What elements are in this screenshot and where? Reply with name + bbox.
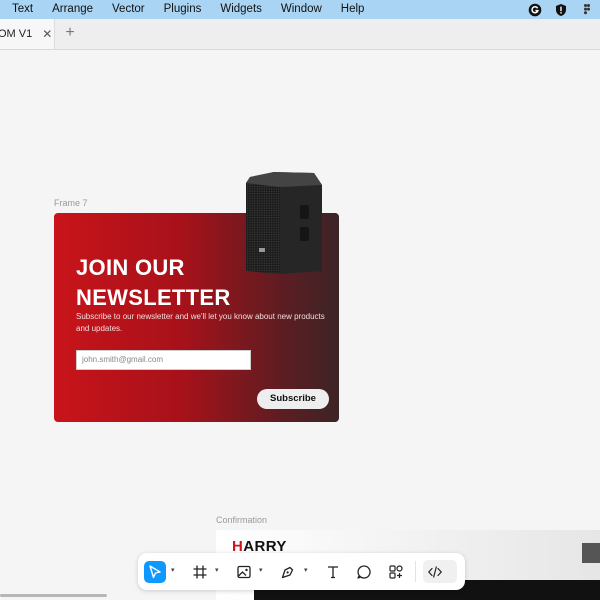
components-tool-button[interactable] <box>385 561 407 583</box>
tab-om-v1[interactable]: OM V1 ✕ <box>0 19 55 49</box>
toolbar-divider <box>415 561 416 582</box>
frame-tool-button[interactable] <box>189 561 211 583</box>
chevron-down-icon[interactable]: ▾ <box>215 565 223 577</box>
tab-label: OM V1 <box>0 28 33 40</box>
frame-icon <box>193 565 207 579</box>
dev-mode-toggle[interactable] <box>423 560 457 583</box>
menu-help[interactable]: Help <box>341 0 365 19</box>
frame-7-label[interactable]: Frame 7 <box>54 198 88 208</box>
chevron-down-icon[interactable]: ▾ <box>259 565 267 577</box>
shield-exclamation-icon[interactable] <box>554 3 568 17</box>
move-tool-button[interactable] <box>144 561 166 583</box>
confirmation-label[interactable]: Confirmation <box>216 515 267 525</box>
menu-items: Text Arrange Vector Plugins Widgets Wind… <box>0 0 383 19</box>
menu-vector[interactable]: Vector <box>112 0 145 19</box>
chevron-down-icon[interactable]: ▾ <box>304 565 312 577</box>
comment-icon <box>357 565 371 579</box>
image-tool-button[interactable] <box>233 561 255 583</box>
image-icon <box>237 565 251 579</box>
menu-bar: Text Arrange Vector Plugins Widgets Wind… <box>0 0 600 19</box>
menu-text[interactable]: Text <box>12 0 33 19</box>
code-icon <box>427 565 443 578</box>
pen-icon <box>281 566 294 579</box>
text-icon <box>328 566 338 579</box>
new-tab-icon[interactable]: + <box>62 25 78 41</box>
close-icon[interactable]: ✕ <box>42 27 52 41</box>
newsletter-subtitle: Subscribe to our newsletter and we'll le… <box>76 312 325 333</box>
status-area <box>528 0 594 19</box>
figma-logo-icon[interactable] <box>580 3 594 17</box>
tab-bar: OM V1 ✕ + <box>0 19 600 50</box>
menu-arrange[interactable]: Arrange <box>52 0 93 19</box>
text-tool-button[interactable] <box>322 561 344 583</box>
cursor-icon <box>149 565 161 579</box>
email-field[interactable]: john.smith@gmail.com <box>76 350 251 370</box>
bottom-toolbar: ▾ ▾ ▾ ▾ <box>138 553 465 590</box>
dark-block <box>582 543 600 563</box>
grammarly-icon[interactable] <box>528 3 542 17</box>
pen-tool-button[interactable] <box>277 561 299 583</box>
horizontal-scrollbar[interactable] <box>0 594 107 597</box>
menu-widgets[interactable]: Widgets <box>220 0 262 19</box>
components-icon <box>389 565 403 579</box>
subscribe-button[interactable]: Subscribe <box>257 389 329 409</box>
newsletter-title-line2: NEWSLETTER <box>76 285 231 310</box>
menu-window[interactable]: Window <box>281 0 322 19</box>
chevron-down-icon[interactable]: ▾ <box>171 565 179 577</box>
menu-plugins[interactable]: Plugins <box>164 0 202 19</box>
comment-tool-button[interactable] <box>353 561 375 583</box>
speaker-image <box>246 172 322 274</box>
